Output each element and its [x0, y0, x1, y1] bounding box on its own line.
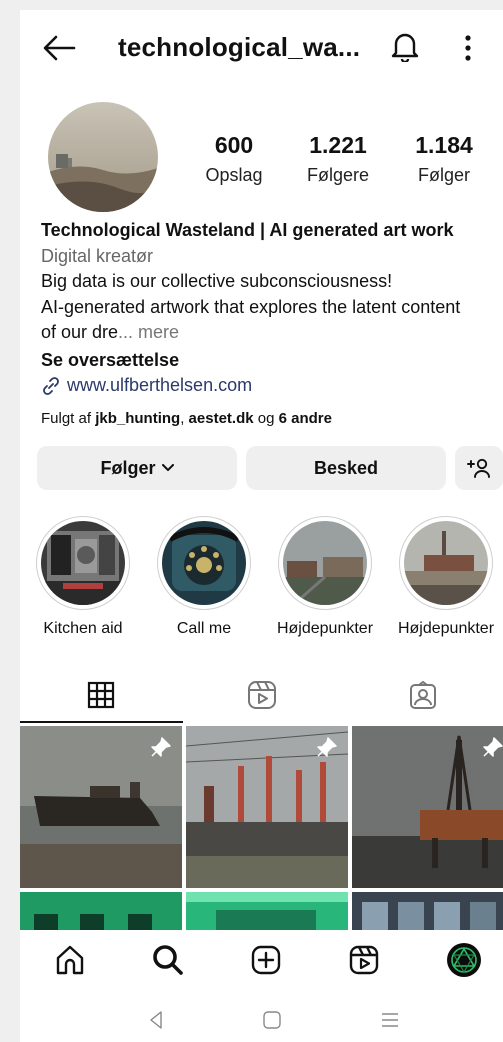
reels-icon: [349, 945, 379, 975]
stat-following[interactable]: 1.184 Følger: [399, 132, 489, 186]
top-bar: technological_wa...: [20, 10, 503, 85]
website-url: www.ulfberthelsen.com: [67, 375, 253, 395]
profile-avatar[interactable]: [48, 102, 158, 212]
message-button-label: Besked: [313, 457, 379, 478]
tagged-icon: [409, 680, 436, 709]
tab-reels[interactable]: [181, 666, 342, 724]
highlight-hojdepunkter-1[interactable]: Højdepunkter: [265, 516, 385, 638]
pin-icon: [317, 737, 337, 757]
see-translation-link[interactable]: Se oversættelse: [41, 348, 503, 374]
nav-search[interactable]: [148, 940, 188, 980]
chevron-down-icon: [161, 464, 174, 471]
more-options-icon[interactable]: [464, 34, 472, 62]
back-arrow-icon[interactable]: [42, 34, 76, 62]
followed-user-1: jkb_hunting: [95, 410, 181, 427]
highlight-label: Højdepunkter: [276, 620, 374, 637]
followed-sep: ,: [180, 410, 189, 427]
highlight-thumbnail: [404, 521, 488, 605]
instagram-profile-screen: technological_wa... 600 Opslag 1.221 Føl…: [20, 10, 503, 1042]
followed-and: og: [253, 410, 279, 427]
message-button[interactable]: Besked: [246, 446, 446, 490]
highlight-ring: [278, 516, 372, 610]
post-thumbnail[interactable]: [352, 892, 503, 931]
highlight-kitchen-aid[interactable]: Kitchen aid: [23, 516, 143, 638]
bio-line-3-text: of our dre: [41, 322, 119, 342]
followed-user-2: aestet.dk: [188, 410, 254, 427]
profile-tabs: [20, 666, 503, 724]
system-home-icon[interactable]: [260, 1008, 284, 1032]
tab-posts-grid[interactable]: [20, 666, 181, 724]
active-tab-indicator: [20, 721, 183, 723]
followed-prefix: Fulgt af: [41, 410, 96, 427]
highlight-label: Call me: [176, 620, 232, 637]
tab-tagged[interactable]: [342, 666, 503, 724]
stat-posts[interactable]: 600 Opslag: [189, 132, 279, 186]
reels-icon: [247, 681, 276, 709]
create-icon: [251, 945, 281, 975]
highlight-label: Kitchen aid: [43, 620, 123, 637]
display-name: Technological Wasteland | AI generated a…: [41, 220, 454, 240]
grid-icon: [87, 681, 114, 709]
pin-icon: [483, 737, 503, 757]
post-grid: [20, 726, 503, 931]
bio-more-link[interactable]: ... mere: [118, 322, 179, 342]
highlight-thumbnail: [41, 521, 125, 605]
post-thumbnail[interactable]: [20, 892, 182, 931]
highlight-thumbnail: [162, 521, 246, 605]
post-thumbnail[interactable]: [352, 726, 503, 888]
system-back-icon[interactable]: [144, 1008, 168, 1032]
post-thumbnail[interactable]: [186, 892, 348, 931]
home-icon: [56, 945, 84, 975]
bio-line-3: of our dre... mere: [41, 320, 503, 346]
nav-profile[interactable]: [444, 940, 484, 980]
link-icon: [43, 376, 59, 395]
bottom-navigation: [20, 930, 503, 990]
highlight-ring: [157, 516, 251, 610]
add-person-icon: [467, 458, 490, 478]
bell-icon[interactable]: [390, 30, 420, 62]
system-navigation-bar: [20, 1000, 503, 1042]
bio-line-2: AI-generated artwork that explores the l…: [41, 296, 461, 317]
followed-by[interactable]: Fulgt af jkb_hunting, aestet.dk og 6 and…: [41, 410, 332, 427]
profile-username: technological_wa...: [118, 32, 361, 62]
highlight-hojdepunkter-2[interactable]: Højdepunkter: [386, 516, 503, 638]
nav-home[interactable]: [50, 940, 90, 980]
stat-posts-label: Opslag: [205, 165, 263, 185]
nav-reels[interactable]: [344, 940, 384, 980]
following-button-label: Følger: [100, 457, 156, 478]
nav-create[interactable]: [246, 940, 286, 980]
stat-followers-label: Følgere: [306, 165, 369, 185]
highlight-call-me[interactable]: Call me: [144, 516, 264, 638]
highlight-thumbnail: [283, 521, 367, 605]
system-recents-icon[interactable]: [378, 1008, 402, 1032]
category-label: Digital kreatør: [41, 245, 154, 266]
profile-bio: Technological Wasteland | AI generated a…: [41, 218, 503, 399]
suggest-users-button[interactable]: [455, 446, 503, 490]
stat-followers-value: 1.221: [309, 132, 367, 158]
stat-following-value: 1.184: [415, 132, 473, 158]
post-thumbnail[interactable]: [20, 726, 182, 888]
highlight-ring: [36, 516, 130, 610]
bio-line-1: Big data is our collective subconsciousn…: [41, 271, 393, 291]
highlight-label: Højdepunkter: [397, 620, 495, 637]
following-button[interactable]: Følger: [37, 446, 237, 490]
stat-following-label: Følger: [417, 165, 470, 185]
website-link[interactable]: www.ulfberthelsen.com: [41, 373, 503, 399]
profile-avatar-icon: [447, 943, 481, 977]
stat-posts-value: 600: [214, 132, 254, 158]
search-icon: [153, 945, 183, 975]
stat-followers[interactable]: 1.221 Følgere: [293, 132, 383, 186]
post-thumbnail[interactable]: [186, 726, 348, 888]
highlight-ring: [399, 516, 493, 610]
followed-others: 6 andre: [278, 410, 332, 427]
pin-icon: [151, 737, 171, 757]
